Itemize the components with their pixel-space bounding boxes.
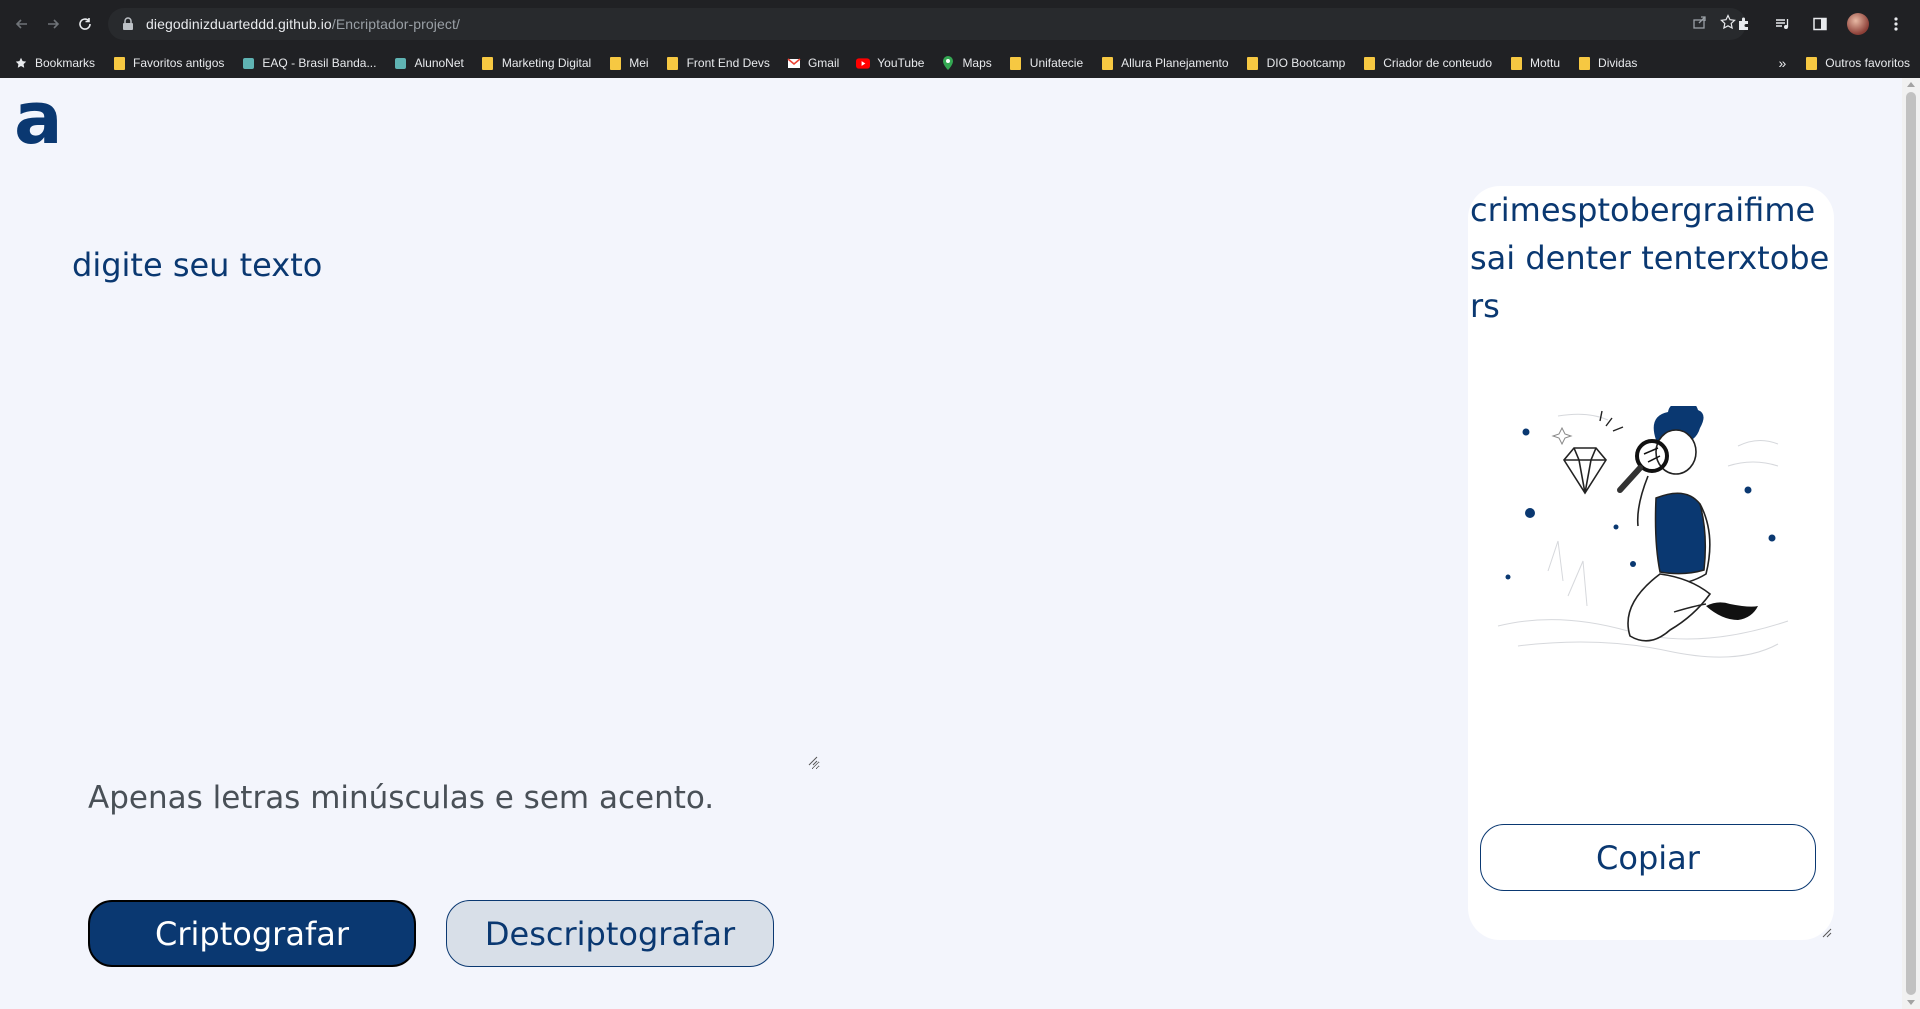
page-content: a Apenas letras minúsculas e sem acento.… xyxy=(0,78,1902,1009)
encrypt-button[interactable]: Criptografar xyxy=(88,900,416,967)
bookmark-label: Gmail xyxy=(807,56,840,70)
bookmark-label: Mottu xyxy=(1530,56,1561,70)
folder-icon xyxy=(1362,56,1376,70)
bookmark-item[interactable]: Allura Planejamento xyxy=(1100,56,1229,70)
copy-button[interactable]: Copiar xyxy=(1480,824,1816,891)
folder-icon xyxy=(1009,56,1023,70)
input-hint: Apenas letras minúsculas e sem acento. xyxy=(88,780,715,816)
bookmark-label: DIO Bootcamp xyxy=(1266,56,1346,70)
other-bookmarks-label: Outros favoritos xyxy=(1825,56,1910,70)
menu-kebab-icon[interactable] xyxy=(1880,8,1912,40)
logo: a xyxy=(14,76,63,160)
bookmark-item[interactable]: YouTube xyxy=(856,56,924,70)
bookmark-item[interactable]: Front End Devs xyxy=(666,56,770,70)
forward-icon[interactable] xyxy=(37,8,69,40)
share-icon[interactable] xyxy=(1692,14,1708,35)
folder-icon xyxy=(481,56,495,70)
textarea-resize-icon[interactable] xyxy=(808,756,818,766)
site-icon xyxy=(393,56,407,70)
maps-icon xyxy=(941,56,955,70)
bookmark-item[interactable]: AlunoNet xyxy=(393,56,464,70)
bookmark-item[interactable]: Mei xyxy=(608,56,649,70)
detective-illustration xyxy=(1497,406,1789,658)
reload-icon[interactable] xyxy=(69,8,101,40)
extensions-icon[interactable] xyxy=(1728,8,1760,40)
bookmark-label: Maps xyxy=(962,56,992,70)
scrollbar-thumb[interactable] xyxy=(1906,92,1916,995)
folder-icon xyxy=(1509,56,1523,70)
youtube-icon xyxy=(856,56,871,70)
bookmark-label: YouTube xyxy=(877,56,925,70)
other-bookmarks-folder[interactable]: Outros favoritos xyxy=(1804,56,1910,70)
bookmark-item[interactable]: Marketing Digital xyxy=(481,56,591,70)
scroll-up-arrow-icon[interactable] xyxy=(1907,82,1915,87)
output-panel: crimesptobergraifimesai denter tenterxto… xyxy=(1468,186,1834,940)
bookmark-label: Unifatecie xyxy=(1029,56,1084,70)
bookmark-item[interactable]: EAQ - Brasil Banda... xyxy=(241,56,376,70)
folder-icon xyxy=(1577,56,1591,70)
bookmark-label: Marketing Digital xyxy=(501,56,592,70)
bookmark-label: Mei xyxy=(629,56,649,70)
scroll-down-arrow-icon[interactable] xyxy=(1907,1000,1915,1005)
resize-handle-icon[interactable] xyxy=(1822,928,1832,938)
gmail-icon xyxy=(787,56,801,70)
media-control-icon[interactable] xyxy=(1766,8,1798,40)
folder-icon xyxy=(666,56,680,70)
folder-icon xyxy=(1246,56,1260,70)
bookmarks-bar: Bookmarks Favoritos antigos EAQ - Brasil B… xyxy=(0,48,1920,78)
folder-icon xyxy=(608,56,622,70)
bookmark-item[interactable]: Gmail xyxy=(787,56,839,70)
bookmark-label: Front End Devs xyxy=(686,56,770,70)
bookmark-label: Allura Planejamento xyxy=(1121,56,1229,70)
text-input[interactable] xyxy=(72,246,820,770)
bookmark-label: Bookmarks xyxy=(35,56,96,70)
bookmark-item[interactable]: DIO Bootcamp xyxy=(1246,56,1346,70)
bookmark-label: Criador de conteudo xyxy=(1383,56,1493,70)
bookmark-item[interactable]: Maps xyxy=(941,56,992,70)
bookmark-item[interactable]: Criador de conteudo xyxy=(1362,56,1492,70)
bookmark-item[interactable]: Bookmarks xyxy=(14,56,95,70)
bookmark-label: EAQ - Brasil Banda... xyxy=(262,56,377,70)
bookmark-item[interactable]: Dividas xyxy=(1577,56,1637,70)
side-panel-icon[interactable] xyxy=(1804,8,1836,40)
page-scrollbar[interactable] xyxy=(1902,78,1920,1009)
browser-toolbar: diegodinizduarteddd.github.io/Encriptado… xyxy=(0,0,1920,48)
decrypt-button[interactable]: Descriptografar xyxy=(446,900,774,967)
star-icon xyxy=(14,56,28,70)
folder-icon xyxy=(1100,56,1114,70)
back-icon[interactable] xyxy=(6,8,38,40)
bookmark-label: Dividas xyxy=(1598,56,1638,70)
bookmarks-overflow-button[interactable]: » xyxy=(1779,55,1787,71)
folder-icon xyxy=(112,56,126,70)
bookmark-label: Favoritos antigos xyxy=(133,56,225,70)
url-text[interactable]: diegodinizduarteddd.github.io/Encriptado… xyxy=(146,16,460,32)
bookmark-item[interactable]: Unifatecie xyxy=(1009,56,1083,70)
output-text[interactable]: crimesptobergraifimesai denter tenterxto… xyxy=(1470,186,1830,330)
address-bar[interactable]: diegodinizduarteddd.github.io/Encriptado… xyxy=(108,8,1746,40)
site-icon xyxy=(241,56,255,70)
folder-icon xyxy=(1804,56,1818,70)
lock-icon[interactable] xyxy=(120,16,136,32)
bookmark-label: AlunoNet xyxy=(414,56,464,70)
bookmarks-bar-right: » Outros favoritos xyxy=(1779,48,1911,78)
bookmark-item[interactable]: Favoritos antigos xyxy=(112,56,224,70)
bookmark-item[interactable]: Mottu xyxy=(1509,56,1560,70)
profile-avatar[interactable] xyxy=(1842,8,1874,40)
